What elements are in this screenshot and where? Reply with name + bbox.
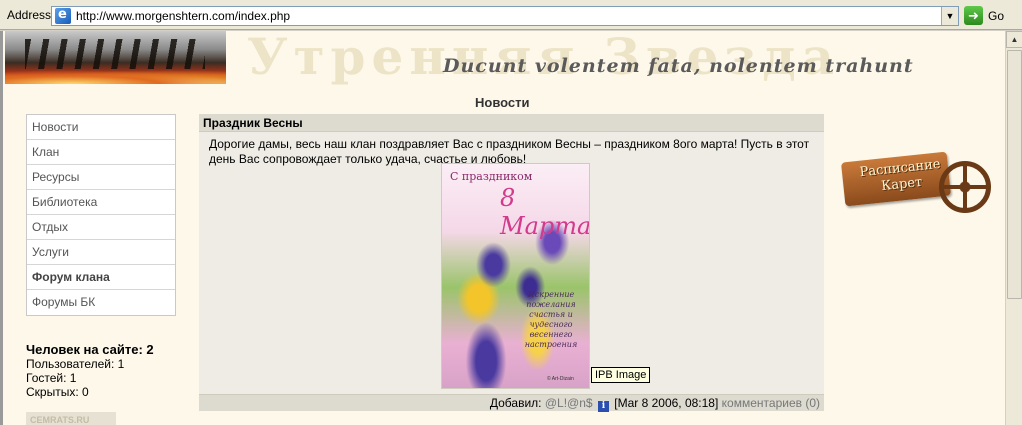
- sidebar-item-library[interactable]: Библиотека: [27, 190, 175, 215]
- sidebar-item-leisure[interactable]: Отдых: [27, 215, 175, 240]
- address-field[interactable]: http://www.morgenshtern.com/index.php ▼: [51, 6, 959, 26]
- card-big-text: 8 Марта!: [500, 184, 590, 240]
- post-author-link[interactable]: @L!@n$: [545, 396, 593, 410]
- info-icon[interactable]: i: [597, 401, 609, 412]
- online-count: Человек на сайте: 2: [26, 342, 154, 357]
- sidebar-item-resources[interactable]: Ресурсы: [27, 165, 175, 190]
- go-button[interactable]: ➜ Go: [964, 6, 1004, 25]
- post-comments-link[interactable]: комментариев (0): [722, 396, 820, 410]
- sidebar-item-clan-forum[interactable]: Форум клана: [27, 265, 175, 290]
- counter-logo[interactable]: CEMRATS.RU: [26, 412, 116, 425]
- address-label: Address: [7, 7, 52, 22]
- page-favicon-icon: [55, 7, 71, 24]
- card-wish-text: Искренние пожелания счастья и чудесного …: [524, 290, 578, 349]
- page-title: Новости: [475, 95, 530, 110]
- image-tooltip: IPB Image: [591, 367, 651, 383]
- post-image[interactable]: С праздником 8 Марта! Искренние пожелани…: [441, 163, 590, 389]
- header-motto: Ducunt volentem fata, nolentem trahunt: [443, 55, 914, 77]
- online-stats: Человек на сайте: 2 Пользователей: 1 Гос…: [26, 342, 154, 400]
- header-banner-image: [5, 31, 226, 84]
- address-bar: Address http://www.morgenshtern.com/inde…: [0, 0, 1022, 30]
- scroll-thumb[interactable]: [1007, 50, 1022, 299]
- address-dropdown-icon[interactable]: ▼: [941, 7, 958, 25]
- scroll-up-arrow-icon[interactable]: ▲: [1006, 31, 1022, 48]
- news-post: Праздник Весны Дорогие дамы, весь наш кл…: [199, 114, 824, 412]
- card-copyright: © Art-Dizain: [547, 376, 574, 382]
- sidebar-item-clan[interactable]: Клан: [27, 140, 175, 165]
- post-title: Праздник Весны: [199, 114, 824, 132]
- post-added-label: Добавил:: [489, 396, 542, 410]
- card-greeting: С праздником: [450, 170, 533, 183]
- online-users: Пользователей: 1: [26, 357, 125, 371]
- schedule-sign-link[interactable]: Расписание Карет: [839, 137, 991, 225]
- sidebar-menu: Новости Клан Ресурсы Библиотека Отдых Ус…: [26, 114, 176, 316]
- post-date: [Mar 8 2006, 08:18]: [614, 396, 719, 410]
- online-hidden: Скрытых: 0: [26, 385, 89, 399]
- online-guests: Гостей: 1: [26, 371, 77, 385]
- sidebar-item-services[interactable]: Услуги: [27, 240, 175, 265]
- page-viewport: Утренняя Звезда Ducunt volentem fata, no…: [0, 31, 1022, 425]
- cart-wheel-icon: [939, 161, 991, 213]
- sidebar-item-news[interactable]: Новости: [27, 115, 175, 140]
- sidebar-item-bk-forums[interactable]: Форумы БК: [27, 290, 175, 315]
- post-body: Дорогие дамы, весь наш клан поздравляет …: [209, 137, 810, 166]
- post-footer: Добавил: @L!@n$ i [Mar 8 2006, 08:18] ко…: [199, 394, 824, 412]
- go-arrow-icon: ➜: [964, 6, 983, 25]
- vertical-scrollbar[interactable]: ▲: [1005, 31, 1022, 425]
- address-url[interactable]: http://www.morgenshtern.com/index.php: [76, 9, 941, 23]
- go-label: Go: [988, 8, 1005, 23]
